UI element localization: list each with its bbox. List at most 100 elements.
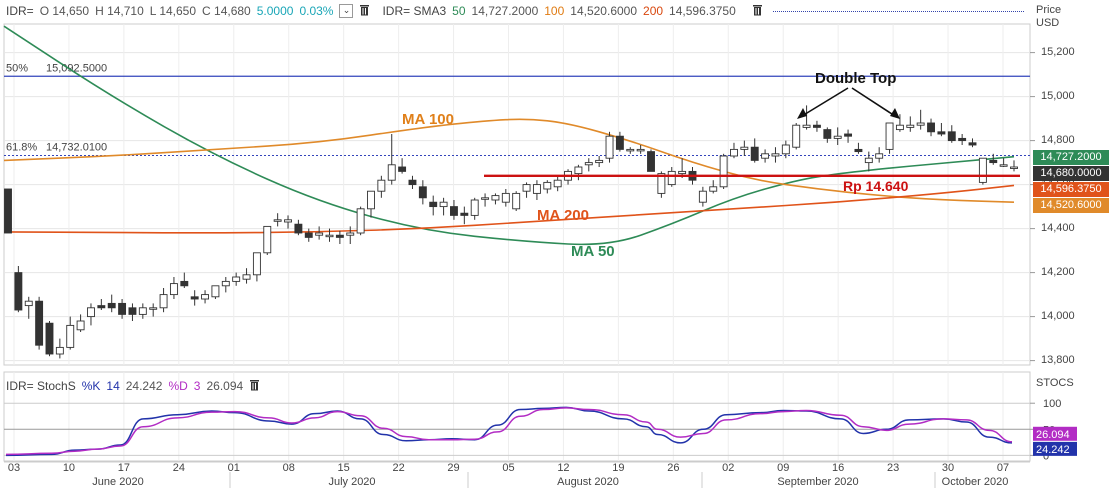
price-tick-label: 14,000 — [1041, 309, 1075, 322]
candle-body — [584, 162, 593, 166]
candle-body — [885, 122, 894, 150]
candle-body — [501, 192, 510, 203]
fib-50-value: 15,092.5000 — [46, 62, 107, 74]
candle — [947, 125, 956, 143]
candle-body — [522, 184, 531, 192]
candle — [730, 142, 738, 159]
candle — [802, 105, 811, 130]
time-tick-label: 07 — [996, 462, 1010, 474]
candle-body — [875, 153, 884, 159]
candle — [916, 109, 925, 130]
candle — [740, 140, 749, 156]
candle-body — [304, 232, 313, 238]
d-period: 3 — [193, 379, 201, 393]
candle — [584, 158, 593, 172]
month-label: September 2020 — [777, 476, 859, 488]
candle-body — [87, 307, 95, 318]
candle-body — [284, 219, 292, 223]
candle — [761, 149, 770, 163]
candle-body — [481, 197, 490, 200]
k-period: 14 — [106, 379, 120, 393]
fib-50-label: 50% — [6, 62, 28, 74]
candle-body — [149, 307, 158, 310]
price-tick-label: 14,200 — [1041, 265, 1075, 278]
fib-618-label: 61.8% — [6, 142, 37, 154]
candle-body — [367, 190, 375, 210]
candle — [481, 193, 490, 207]
candle-body — [45, 322, 54, 355]
candle-body — [387, 164, 396, 181]
candle-body — [916, 122, 925, 126]
price-chart[interactable]: 50% 15,092.5000 61.8% 14,732.0100 Rp 14.640 M… — [0, 0, 1115, 490]
time-tick-label: 30 — [941, 462, 955, 474]
candle-body — [97, 305, 106, 309]
time-tick-label: 29 — [447, 462, 460, 474]
time-tick-label: 16 — [832, 462, 845, 474]
candle-body — [491, 195, 500, 201]
candle — [4, 188, 12, 234]
candle-body — [667, 170, 676, 186]
candle-body — [792, 124, 801, 148]
candle — [14, 266, 23, 313]
candle-body — [719, 155, 728, 188]
candle — [55, 338, 64, 359]
time-tick-label: 02 — [722, 462, 735, 474]
candle-body — [958, 137, 967, 142]
candle — [66, 316, 75, 350]
trash-icon[interactable] — [249, 379, 260, 394]
candle-body — [750, 146, 759, 161]
candle — [263, 225, 272, 255]
candle — [252, 252, 261, 282]
candle-body — [532, 184, 541, 194]
candle — [190, 290, 199, 306]
candle — [356, 206, 365, 236]
candle-body — [698, 190, 707, 203]
ma200-label: MA 200 — [537, 207, 589, 224]
candle-body — [615, 135, 624, 150]
stoch-tick-label: 100 — [1043, 398, 1061, 410]
candle — [169, 277, 178, 299]
candle-body — [647, 151, 655, 172]
candle — [284, 215, 292, 229]
double-top-arrow — [801, 87, 849, 117]
candle — [574, 164, 583, 181]
candle — [149, 303, 158, 317]
candle — [968, 138, 977, 148]
d-label: %D — [168, 379, 188, 393]
candle — [439, 197, 448, 216]
candle-body — [740, 146, 749, 150]
candle — [97, 299, 106, 310]
candle — [792, 123, 801, 150]
time-tick-label: 17 — [117, 462, 130, 474]
candle — [978, 157, 987, 185]
candle-body — [118, 302, 127, 315]
time-tick-label: 01 — [227, 462, 240, 474]
candle-body — [4, 188, 12, 234]
time-tick-label: 09 — [777, 462, 790, 474]
candle — [470, 197, 479, 220]
candle-body — [626, 148, 635, 152]
candle-body — [450, 206, 458, 216]
candle-body — [201, 294, 210, 300]
ma100-label: MA 100 — [402, 111, 454, 128]
candle — [87, 303, 95, 326]
candle-body — [315, 232, 324, 236]
candle — [833, 127, 842, 145]
stoch-header: IDR= StochS %K 14 24.242 %D 3 26.094 — [0, 376, 266, 396]
candle-body — [273, 219, 282, 222]
candle-body — [895, 124, 904, 131]
candle-body — [232, 276, 241, 282]
time-tick-label: 22 — [392, 462, 405, 474]
candle — [937, 123, 946, 137]
candle — [1010, 160, 1018, 172]
candle — [398, 158, 407, 174]
candle-body — [553, 179, 562, 188]
candle-body — [429, 201, 438, 208]
candle-body — [927, 122, 935, 133]
candle-body — [823, 129, 832, 139]
candle — [491, 193, 500, 205]
double-top-arrowhead — [797, 108, 807, 119]
ma50-label: MA 50 — [571, 243, 615, 260]
candle — [626, 147, 635, 154]
candle — [698, 186, 707, 207]
